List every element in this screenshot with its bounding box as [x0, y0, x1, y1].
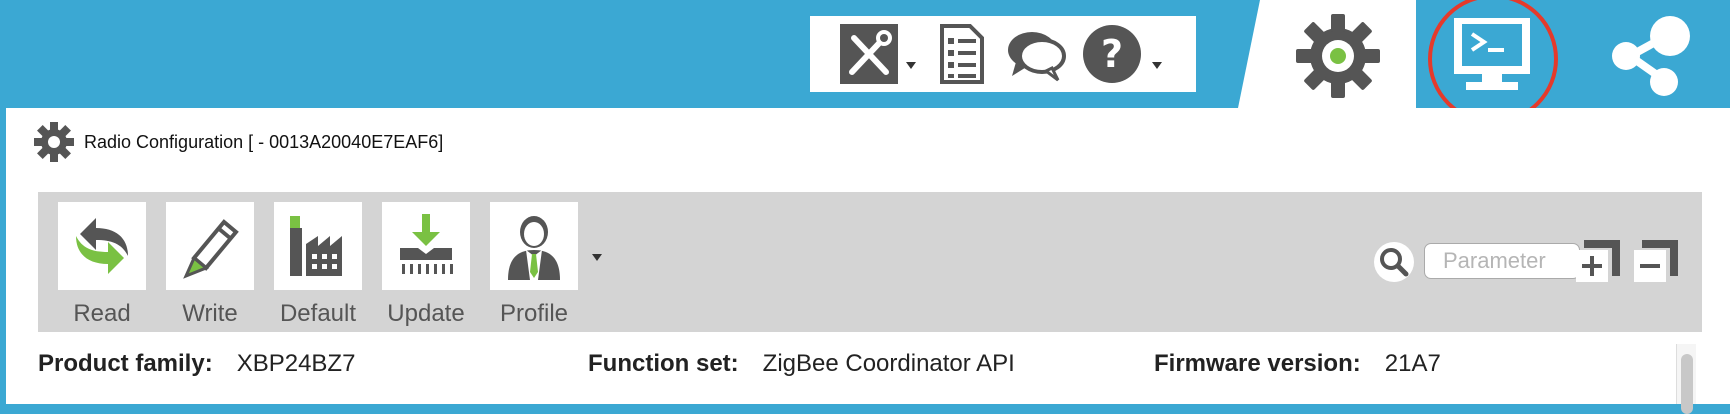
function-set: Function set: ZigBee Coordinator API [588, 350, 1015, 378]
default-icon [290, 216, 342, 276]
help-icon[interactable]: ? [1082, 24, 1142, 89]
tools-menu-bar: ? [810, 16, 1196, 92]
update-button[interactable]: Update [382, 202, 470, 328]
highlight-circle [1428, 0, 1558, 124]
help-dropdown-arrow[interactable] [1152, 62, 1162, 69]
top-bar: ? [0, 0, 1730, 124]
panel-title: Radio Configuration [ - 0013A20040E7EAF6… [84, 131, 444, 152]
read-button-label: Read [73, 300, 131, 327]
default-button-label: Default [279, 300, 357, 327]
write-icon [183, 219, 239, 279]
function-set-label: Function set: [588, 350, 739, 377]
vertical-scrollbar[interactable] [1676, 344, 1696, 414]
network-mode-icon [1608, 14, 1692, 103]
read-button[interactable]: Read [58, 202, 146, 328]
expand-all-icon[interactable] [1576, 240, 1620, 284]
collapse-all-icon[interactable] [1634, 240, 1678, 284]
chat-icon[interactable] [1006, 26, 1068, 89]
tools-icon[interactable] [840, 24, 898, 89]
config-toolbar: Read Write Default Update Profile Parame… [38, 192, 1702, 332]
firmware-version-label: Firmware version: [1154, 350, 1361, 377]
configuration-mode-tab[interactable] [1238, 0, 1416, 108]
gear-icon [34, 122, 74, 162]
write-button-label: Write [182, 300, 238, 327]
default-button[interactable]: Default [274, 202, 362, 328]
product-family-label: Product family: [38, 350, 213, 377]
search-icon[interactable] [1374, 242, 1414, 282]
function-set-value: ZigBee Coordinator API [762, 350, 1015, 377]
profile-dropdown-arrow[interactable] [592, 254, 602, 261]
profile-button[interactable]: Profile [490, 202, 578, 328]
profile-button-label: Profile [499, 300, 569, 327]
tools-dropdown-arrow[interactable] [906, 62, 916, 69]
panel-header: Radio Configuration [ - 0013A20040E7EAF6… [34, 122, 443, 162]
product-family-value: XBP24BZ7 [236, 350, 356, 377]
firmware-version-value: 21A7 [1384, 350, 1441, 377]
read-icon [76, 218, 128, 274]
update-icon [400, 214, 453, 274]
configuration-panel: Radio Configuration [ - 0013A20040E7EAF6… [6, 108, 1730, 414]
product-family: Product family: XBP24BZ7 [38, 350, 355, 378]
profile-icon [508, 216, 560, 280]
parameter-search-input[interactable] [1424, 243, 1580, 279]
network-mode-tab[interactable] [1566, 0, 1716, 108]
document-list-icon[interactable] [938, 24, 984, 89]
scrollbar-thumb[interactable] [1681, 354, 1693, 414]
write-button[interactable]: Write [166, 202, 254, 328]
update-button-label: Update [387, 300, 465, 327]
firmware-version: Firmware version: 21A7 [1154, 350, 1441, 378]
device-info-row: Product family: XBP24BZ7 Function set: Z… [6, 336, 1666, 396]
configuration-mode-icon [1296, 14, 1380, 103]
svg-text:?: ? [1101, 32, 1123, 76]
